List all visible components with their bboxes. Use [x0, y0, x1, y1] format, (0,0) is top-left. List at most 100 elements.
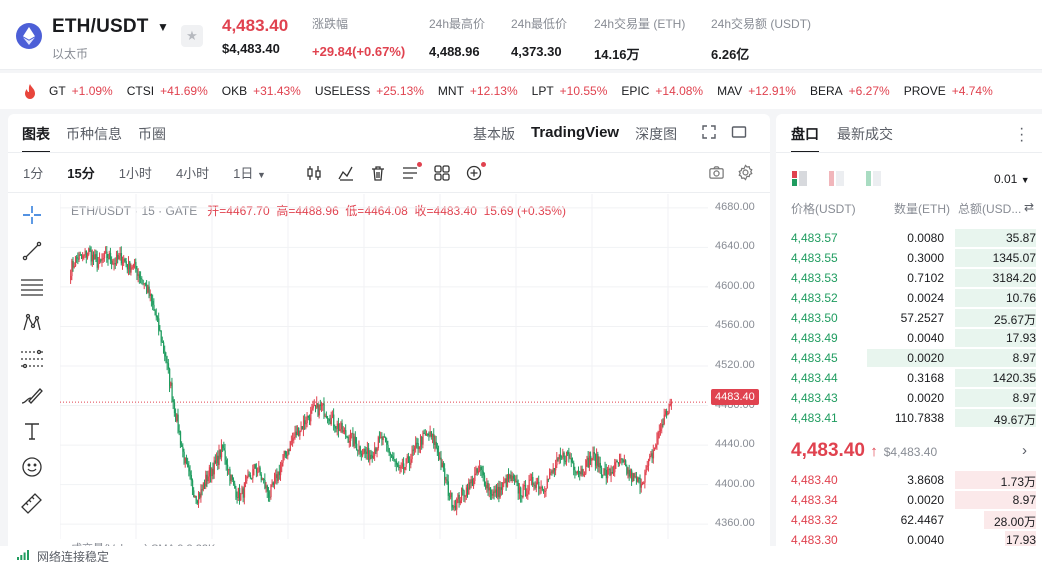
text-icon[interactable] [19, 418, 45, 443]
bid-row[interactable]: 4,483.43 0.0020 8.97 [776, 388, 1042, 408]
ruler-icon[interactable] [19, 490, 45, 515]
gear-icon[interactable] [737, 164, 754, 186]
layout-grid-icon[interactable] [433, 164, 451, 182]
bid-row[interactable]: 4,483.55 0.3000 1345.07 [776, 248, 1042, 268]
candlestick-chart[interactable] [60, 194, 708, 539]
indicator-icon[interactable] [337, 164, 355, 182]
pattern-icon[interactable] [19, 310, 45, 335]
ticker-item[interactable]: EPIC +14.08% [621, 84, 703, 98]
candle [273, 472, 276, 490]
tab-basic[interactable]: 基本版 [473, 124, 515, 144]
ticker-item[interactable]: USELESS +25.13% [315, 84, 424, 98]
bid-row[interactable]: 4,483.41 110.7838 49.67万 [776, 408, 1042, 428]
swap-icon[interactable]: ⇄ [1024, 200, 1034, 214]
candle [106, 245, 108, 263]
tab-tradingview[interactable]: TradingView [531, 124, 619, 144]
fib-icon[interactable] [19, 346, 45, 371]
ticker-item[interactable]: BERA +6.27% [810, 84, 890, 98]
precision-select[interactable]: 0.01 ▼ [994, 172, 1030, 186]
candle [327, 415, 329, 424]
window-icon[interactable] [731, 124, 747, 145]
tab-coin-info[interactable]: 币种信息 [66, 124, 122, 153]
ticker-item[interactable]: LPT +10.55% [532, 84, 608, 98]
candle [643, 481, 645, 485]
horizontal-lines-icon[interactable] [19, 274, 45, 299]
ticker-item[interactable]: CTSI +41.69% [127, 84, 208, 98]
pair-dropdown-icon[interactable]: ▼ [157, 20, 169, 34]
more-options-icon[interactable]: · · · [1019, 121, 1025, 149]
bid-row[interactable]: 4,483.45 0.0020 8.97 [776, 348, 1042, 368]
timeframe-4h[interactable]: 4小时 [176, 163, 209, 182]
bid-row[interactable]: 4,483.52 0.0024 10.76 [776, 288, 1042, 308]
ask-row[interactable]: 4,483.32 62.4467 28.00万 [776, 510, 1042, 530]
candle [638, 476, 640, 484]
crosshair-icon[interactable] [19, 202, 45, 227]
bid-row[interactable]: 4,483.49 0.0040 17.93 [776, 328, 1042, 348]
emoji-icon[interactable] [19, 454, 45, 479]
bid-row[interactable]: 4,483.50 57.2527 25.67万 [776, 308, 1042, 328]
candle [645, 465, 647, 476]
row-qty: 0.0020 [907, 493, 944, 507]
tab-community[interactable]: 币圈 [138, 124, 166, 153]
candle [458, 492, 460, 508]
bid-row[interactable]: 4,483.57 0.0080 35.87 [776, 228, 1042, 248]
fullscreen-icon[interactable] [701, 124, 717, 145]
both-sides-icon[interactable] [792, 171, 807, 191]
divider [8, 192, 770, 193]
candle [89, 245, 91, 252]
candle [144, 282, 147, 287]
candle [398, 461, 400, 471]
tab-chart[interactable]: 图表 [22, 124, 50, 153]
ticker-change: +12.13% [469, 84, 518, 98]
candle [459, 496, 462, 506]
candle [335, 425, 337, 433]
ticker-symbol: MNT [437, 84, 464, 98]
trend-line-icon[interactable] [19, 238, 45, 263]
chart-toolbar [305, 162, 486, 182]
candle [393, 452, 395, 462]
bid-row[interactable]: 4,483.44 0.3168 1420.35 [776, 368, 1042, 388]
candle [112, 258, 114, 265]
ticker-item[interactable]: OKB +31.43% [222, 84, 301, 98]
pair-title[interactable]: ETH/USDT [52, 16, 149, 38]
camera-icon[interactable] [708, 164, 725, 186]
tab-recent-trades[interactable]: 最新成交 [837, 124, 893, 153]
candle [138, 271, 141, 284]
ask-row[interactable]: 4,483.40 3.8608 1.73万 [776, 470, 1042, 490]
ticker-item[interactable]: MNT +12.13% [438, 84, 518, 98]
candle [481, 465, 483, 478]
candle-type-icon[interactable] [305, 164, 323, 182]
candle [345, 424, 347, 440]
chevron-right-icon[interactable]: › [1022, 442, 1027, 459]
trash-icon[interactable] [369, 164, 387, 182]
ticker-item[interactable]: PROVE +4.74% [904, 84, 993, 98]
candle [650, 451, 652, 458]
candle [358, 440, 360, 455]
candle [270, 484, 272, 500]
timeframe-1h[interactable]: 1小时 [119, 163, 152, 182]
chevron-down-icon: ▼ [257, 170, 266, 180]
candle [413, 445, 416, 455]
bids-only-icon[interactable] [866, 171, 881, 191]
timeframe-15m[interactable]: 15分 [67, 163, 94, 182]
ticker-item[interactable]: MAV +12.91% [717, 84, 796, 98]
ask-row[interactable]: 4,483.34 0.0020 8.97 [776, 490, 1042, 510]
candle [119, 247, 121, 261]
tab-orderbook[interactable]: 盘口 [791, 124, 819, 153]
bid-row[interactable]: 4,483.53 0.7102 3184.20 [776, 268, 1042, 288]
tab-depth[interactable]: 深度图 [635, 124, 677, 144]
candle [181, 441, 183, 448]
list-settings-icon[interactable] [401, 162, 422, 182]
brush-icon[interactable] [19, 382, 45, 407]
timeframe-1m[interactable]: 1分 [23, 163, 43, 182]
candle [201, 484, 203, 496]
connection-status: 网络连接稳定 [37, 550, 110, 562]
candle [470, 476, 472, 489]
asks-only-icon[interactable] [829, 171, 844, 191]
ticker-item[interactable]: GT +1.09% [49, 84, 113, 98]
favorite-star-icon[interactable]: ★ [181, 25, 203, 47]
price-axis[interactable]: 4680.004640.004600.004560.004520.004480.… [708, 194, 770, 544]
add-indicator-icon[interactable] [465, 162, 486, 182]
orderbook-panel: 盘口 最新成交 · · · 0.01 ▼ 价格(USDT) 数量(ETH) 总额(U… [776, 114, 1042, 554]
timeframe-1d[interactable]: 1日 ▼ [233, 163, 266, 182]
